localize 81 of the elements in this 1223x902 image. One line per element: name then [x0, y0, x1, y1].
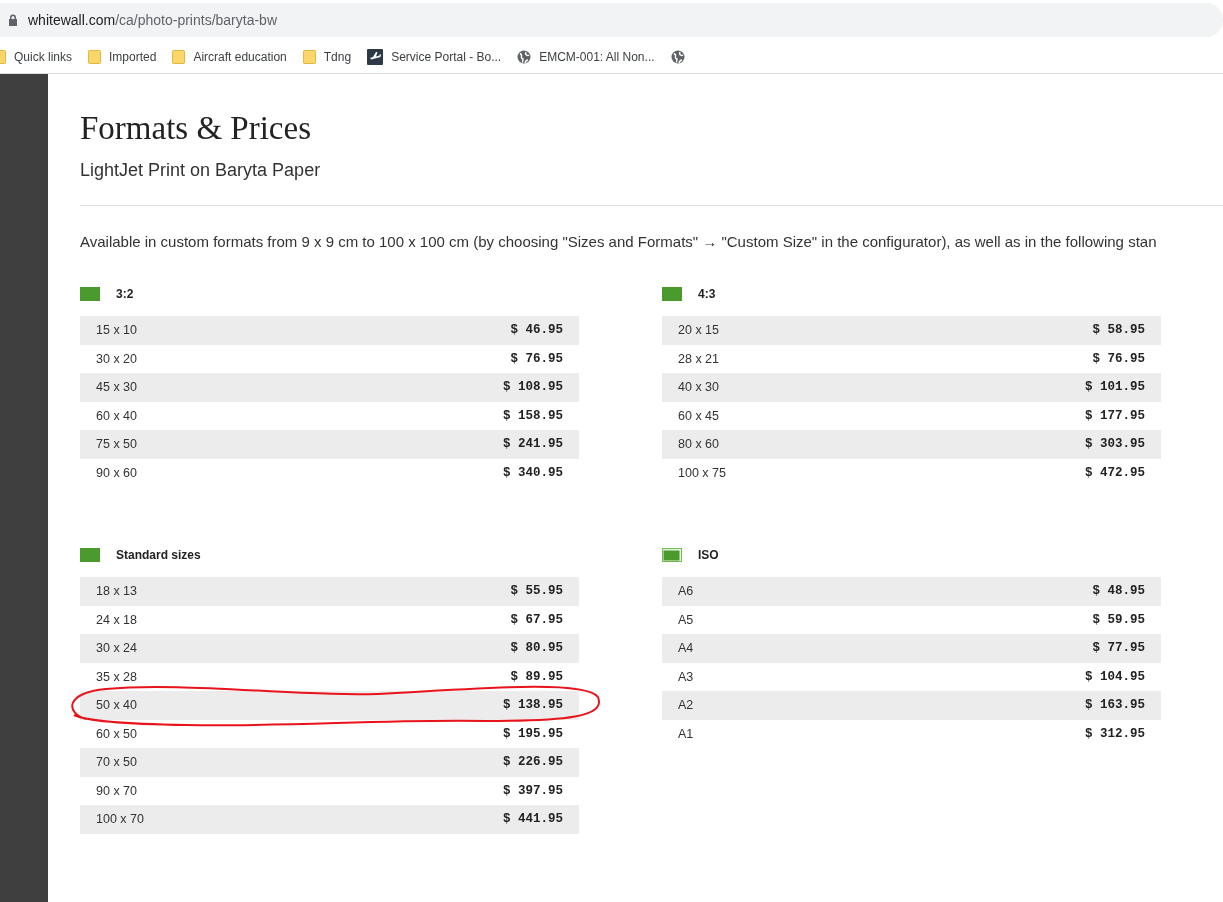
price-cell: $ 340.95 — [503, 465, 563, 480]
size-cell: A1 — [678, 726, 694, 741]
size-cell: 60 x 45 — [678, 408, 719, 423]
size-cell: 100 x 70 — [96, 812, 144, 827]
size-cell: 75 x 50 — [96, 437, 137, 452]
price-cell: $ 67.95 — [510, 612, 563, 627]
address-bar[interactable]: whitewall.com/ca/photo-prints/baryta-bw — [0, 3, 1223, 37]
price-cell: $ 58.95 — [1092, 323, 1145, 338]
size-cell: 35 x 28 — [96, 669, 137, 684]
globe-icon — [517, 49, 532, 64]
size-cell: 50 x 40 — [96, 698, 137, 713]
size-cell: 80 x 60 — [678, 437, 719, 452]
price-cell: $ 77.95 — [1092, 641, 1145, 656]
size-cell: A3 — [678, 669, 694, 684]
swatch-icon — [662, 287, 682, 301]
size-cell: 100 x 75 — [678, 465, 726, 480]
size-cell: 60 x 40 — [96, 408, 137, 423]
price-cell: $ 163.95 — [1085, 698, 1145, 713]
section-heading: Standard sizes — [116, 548, 201, 562]
size-cell: 90 x 60 — [96, 465, 137, 480]
price-cell: $ 89.95 — [510, 669, 563, 684]
price-cell: $ 441.95 — [503, 812, 563, 827]
page-subtitle: LightJet Print on Baryta Paper — [80, 160, 322, 181]
price-cell: $ 59.95 — [1092, 612, 1145, 627]
swatch-icon — [662, 548, 682, 562]
price-cell: $ 177.95 — [1085, 408, 1145, 423]
size-cell: 90 x 70 — [96, 783, 137, 798]
size-cell: A5 — [678, 612, 694, 627]
size-cell: 24 x 18 — [96, 612, 137, 627]
price-cell: $ 80.95 — [510, 641, 563, 656]
section-heading: 3:2 — [116, 287, 134, 301]
page-title: Formats & Prices — [80, 109, 312, 148]
bookmark[interactable]: Imported — [88, 49, 157, 64]
size-cell: 30 x 20 — [96, 351, 137, 366]
swatch-icon — [80, 548, 100, 562]
bookmark[interactable]: Quick links — [0, 49, 72, 64]
size-cell: 18 x 13 — [96, 584, 137, 599]
price-cell: $ 76.95 — [510, 351, 563, 366]
price-cell: $ 101.95 — [1085, 380, 1145, 395]
price-cell: $ 55.95 — [510, 584, 563, 599]
url-text: whitewall.com/ca/photo-prints/baryta-bw — [28, 12, 277, 28]
size-cell: A6 — [678, 584, 694, 599]
size-cell: 60 x 50 — [96, 726, 137, 741]
price-cell: $ 138.95 — [503, 698, 563, 713]
size-cell: 40 x 30 — [678, 380, 719, 395]
price-cell: $ 104.95 — [1085, 669, 1145, 684]
price-cell: $ 46.95 — [510, 323, 563, 338]
bookmark[interactable]: Aircraft education — [172, 49, 287, 64]
airplane-icon — [367, 48, 384, 65]
size-cell: 28 x 21 — [678, 351, 719, 366]
size-cell: A2 — [678, 698, 694, 713]
price-cell: $ 158.95 — [503, 408, 563, 423]
price-cell: $ 303.95 — [1085, 437, 1145, 452]
price-cell: $ 226.95 — [503, 755, 563, 770]
price-cell: $ 195.95 — [503, 726, 563, 741]
globe-icon — [670, 49, 685, 64]
size-cell: 45 x 30 — [96, 380, 137, 395]
intro-text: Available in custom formats from 9 x 9 cm to 100 x 100 cm (by choosing "Sizes and Formats" → "Custom Size" in the configurator), as well as in the following stan — [80, 232, 1158, 252]
price-cell: $ 397.95 — [503, 783, 563, 798]
section-heading: ISO — [698, 548, 719, 562]
price-cell: $ 312.95 — [1085, 726, 1145, 741]
size-cell: 30 x 24 — [96, 641, 137, 656]
bookmark[interactable]: Tdng — [302, 49, 352, 64]
size-cell: 15 x 10 — [96, 323, 137, 338]
folder-icon — [88, 49, 101, 64]
folder-icon — [172, 49, 186, 64]
bookmark[interactable]: EMCM-001: All Non... — [517, 49, 655, 64]
price-cell: $ 472.95 — [1085, 465, 1145, 480]
lock-icon — [8, 14, 18, 26]
price-cell: $ 76.95 — [1092, 351, 1145, 366]
bookmark[interactable]: Service Portal - Bo... — [367, 48, 502, 65]
bookmark[interactable] — [670, 49, 685, 64]
price-cell: $ 241.95 — [503, 437, 563, 452]
section-heading: 4:3 — [698, 287, 716, 301]
swatch-icon — [80, 287, 100, 301]
price-cell: $ 48.95 — [1092, 584, 1145, 599]
size-cell: 20 x 15 — [678, 323, 719, 338]
price-cell: $ 108.95 — [503, 380, 563, 395]
size-cell: 70 x 50 — [96, 755, 137, 770]
folder-icon — [302, 49, 316, 64]
size-cell: A4 — [678, 641, 694, 656]
